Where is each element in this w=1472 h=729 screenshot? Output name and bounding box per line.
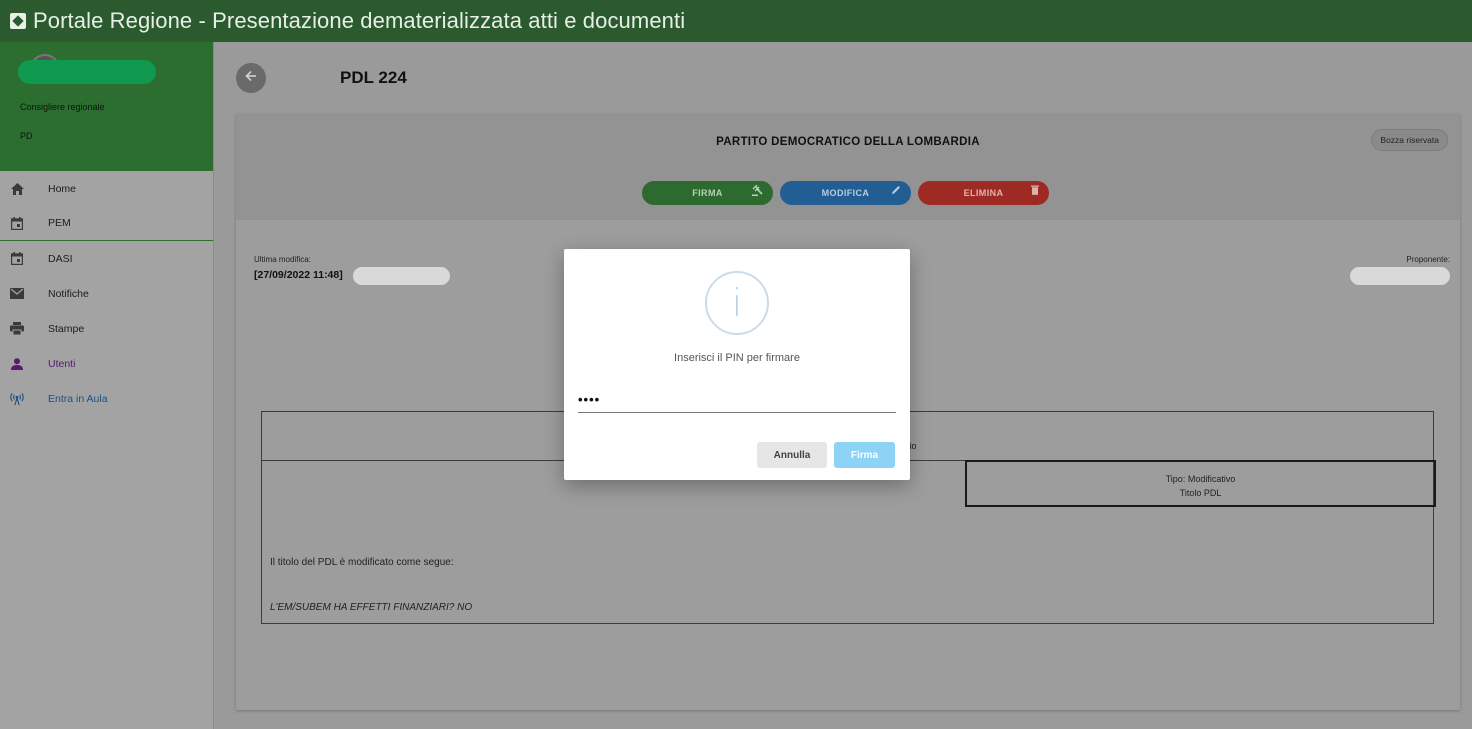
- antenna-icon: [10, 392, 24, 406]
- sidebar-item-label: Home: [48, 182, 77, 195]
- action-bar: FIRMA MODIFICA ELIMINA: [642, 181, 1049, 205]
- calendar-icon: [10, 216, 24, 230]
- trash-icon: [1031, 185, 1039, 198]
- sidebar-item-stampe[interactable]: Stampe: [0, 311, 213, 346]
- sign-button-label: FIRMA: [692, 188, 723, 198]
- sign-button[interactable]: FIRMA: [642, 181, 773, 205]
- sidebar-item-label: Entra in Aula: [48, 392, 108, 405]
- financial-effects-text: L'EM/SUBEM HA EFFETTI FINANZIARI? NO: [270, 602, 473, 613]
- sidebar-nav: Home PEM DASI Notifiche Stampe Utenti En…: [0, 171, 213, 416]
- user-profile: Consigliere regionale PD: [0, 42, 213, 171]
- proposer-label: Proponente:: [1406, 255, 1450, 264]
- edit-button[interactable]: MODIFICA: [780, 181, 911, 205]
- confirm-sign-button[interactable]: Firma: [834, 442, 895, 468]
- cancel-button[interactable]: Annulla: [757, 442, 827, 468]
- card-header: PARTITO DEMOCRATICO DELLA LOMBARDIA Bozz…: [236, 114, 1460, 220]
- dialog-message: Inserisci il PIN per firmare: [674, 352, 800, 364]
- back-button[interactable]: [236, 63, 266, 93]
- sidebar-item-dasi[interactable]: DASI: [0, 241, 213, 276]
- pin-dialog: i Inserisci il PIN per firmare Annulla F…: [564, 249, 910, 480]
- home-icon: [10, 182, 24, 196]
- amendment-type: Tipo: Modificativo: [1165, 474, 1236, 484]
- sidebar-item-utenti[interactable]: Utenti: [0, 346, 213, 381]
- pencil-icon: [891, 185, 901, 198]
- sidebar-item-home[interactable]: Home: [0, 171, 213, 206]
- party-name: PARTITO DEMOCRATICO DELLA LOMBARDIA: [716, 136, 980, 148]
- delete-button[interactable]: ELIMINA: [918, 181, 1049, 205]
- region-logo-icon: [10, 13, 26, 29]
- redacted-proposer: [1350, 267, 1450, 285]
- arrow-left-icon: [245, 69, 257, 87]
- pin-input[interactable]: [578, 388, 896, 413]
- redacted-author: [353, 267, 450, 285]
- info-icon: i: [705, 271, 769, 335]
- amendment-text: Il titolo del PDL è modificato come segu…: [270, 557, 454, 568]
- last-modified-label: Ultima modifica:: [254, 255, 311, 264]
- delete-button-label: ELIMINA: [963, 188, 1004, 198]
- edit-button-label: MODIFICA: [821, 188, 870, 198]
- sidebar: Consigliere regionale PD Home PEM DASI N…: [0, 42, 214, 729]
- calendar-icon: [10, 252, 24, 266]
- sidebar-item-entra-in-aula[interactable]: Entra in Aula: [0, 381, 213, 416]
- sidebar-item-notifiche[interactable]: Notifiche: [0, 276, 213, 311]
- page-title: PDL 224: [340, 68, 407, 87]
- sidebar-item-label: Stampe: [48, 322, 85, 335]
- mail-icon: [10, 287, 24, 301]
- sidebar-item-label: Notifiche: [48, 287, 89, 300]
- user-group: PD: [20, 131, 33, 141]
- user-icon: [10, 357, 24, 371]
- app-header: Portale Regione - Presentazione demateri…: [0, 0, 1472, 42]
- status-badge: Bozza riservata: [1371, 129, 1448, 151]
- last-modified-date: [27/09/2022 11:48]: [254, 269, 343, 281]
- gavel-icon: [752, 184, 763, 199]
- user-role: Consigliere regionale: [20, 102, 105, 112]
- sidebar-item-label: DASI: [48, 252, 73, 265]
- sidebar-item-pem[interactable]: PEM: [0, 206, 213, 241]
- amendment-type-box: Tipo: Modificativo Titolo PDL: [965, 460, 1436, 507]
- sidebar-item-label: PEM: [48, 217, 71, 229]
- sidebar-item-label: Utenti: [48, 357, 76, 370]
- user-name-redacted: [18, 60, 156, 84]
- app-title: Portale Regione - Presentazione demateri…: [33, 8, 686, 33]
- amendment-target: Titolo PDL: [1179, 488, 1222, 498]
- printer-icon: [10, 322, 24, 336]
